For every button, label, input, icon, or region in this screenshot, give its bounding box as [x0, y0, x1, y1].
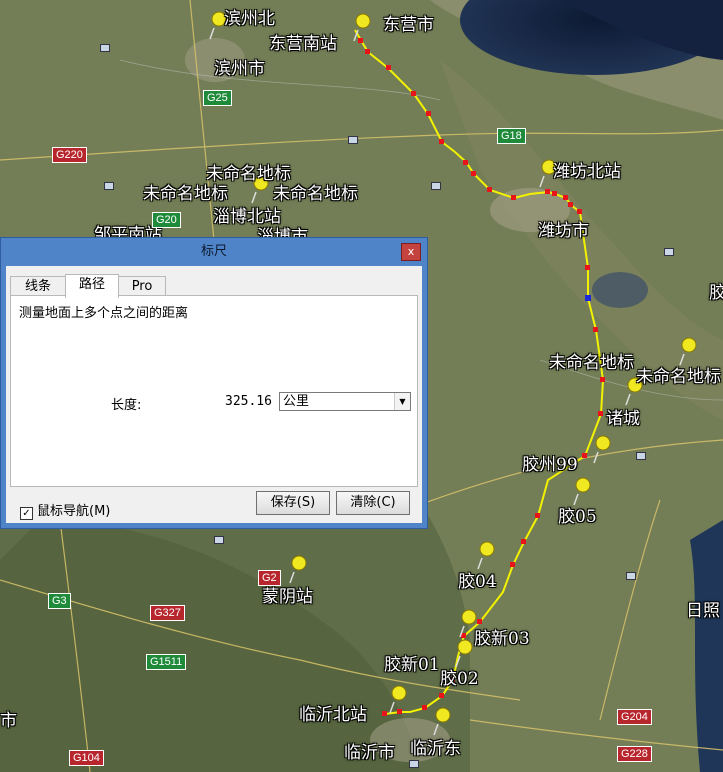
- place-label[interactable]: 胶02: [440, 664, 479, 689]
- pushpin-icon[interactable]: [430, 706, 454, 736]
- highway-shield: G104: [69, 750, 104, 766]
- unit-selected: 公里: [283, 394, 310, 409]
- place-label[interactable]: 胶: [709, 278, 723, 303]
- dialog-title[interactable]: 标尺: [1, 238, 427, 266]
- highway-shield: G25: [203, 90, 232, 106]
- place-label[interactable]: 胶04: [458, 567, 497, 592]
- highway-shield: G20: [152, 212, 181, 228]
- ruler-dialog[interactable]: 标尺 x 线条 路径 Pro 测量地面上多个点之间的距离 长度: 325.16 …: [0, 237, 428, 529]
- place-label[interactable]: 未命名地标: [273, 179, 358, 204]
- length-value: 325.16: [225, 394, 272, 409]
- place-label[interactable]: 未命名地标: [143, 179, 228, 204]
- place-label[interactable]: 临沂北站: [299, 700, 367, 725]
- highway-shield: G327: [150, 605, 185, 621]
- place-label[interactable]: 滨州市: [214, 54, 265, 79]
- poi-icon[interactable]: [431, 182, 441, 190]
- place-label[interactable]: 诸城: [606, 404, 640, 429]
- poi-icon[interactable]: [636, 452, 646, 460]
- mouse-nav-label: 鼠标导航(M): [37, 504, 111, 519]
- checkmark-icon[interactable]: ✓: [20, 507, 33, 520]
- highway-shield: G204: [617, 709, 652, 725]
- place-label[interactable]: 潍坊市: [538, 216, 589, 241]
- poi-icon[interactable]: [214, 536, 224, 544]
- place-label[interactable]: 未命名地标: [549, 348, 634, 373]
- panel-description: 测量地面上多个点之间的距离: [19, 306, 189, 321]
- place-label[interactable]: 胶州99: [522, 450, 578, 475]
- poi-icon[interactable]: [348, 136, 358, 144]
- place-label[interactable]: 日照: [686, 596, 720, 621]
- poi-icon[interactable]: [100, 44, 110, 52]
- poi-icon[interactable]: [664, 248, 674, 256]
- tab-path[interactable]: 路径: [65, 274, 119, 298]
- highway-shield: G3: [48, 593, 71, 609]
- save-button[interactable]: 保存(S): [256, 491, 330, 515]
- poi-icon[interactable]: [104, 182, 114, 190]
- place-label[interactable]: 潍坊北站: [553, 157, 621, 182]
- place-label[interactable]: 东营市: [383, 10, 434, 35]
- highway-shield: G2: [258, 570, 281, 586]
- place-label[interactable]: 胶05: [558, 502, 597, 527]
- close-button[interactable]: x: [401, 243, 421, 261]
- poi-icon[interactable]: [409, 760, 419, 768]
- pushpin-icon[interactable]: [286, 554, 310, 584]
- unit-dropdown[interactable]: 公里 ▼: [279, 392, 411, 411]
- dropdown-arrow-icon[interactable]: ▼: [394, 393, 410, 410]
- tab-line[interactable]: 线条: [10, 276, 66, 297]
- pushpin-icon[interactable]: [386, 684, 410, 714]
- place-label[interactable]: 胶新03: [474, 624, 530, 649]
- highway-shield: G228: [617, 746, 652, 762]
- length-label: 长度:: [111, 398, 142, 413]
- place-label[interactable]: 东营南站: [269, 29, 337, 54]
- mouse-nav-checkbox[interactable]: ✓ 鼠标导航(M): [20, 500, 110, 520]
- place-label[interactable]: 未命名地标: [636, 362, 721, 387]
- place-label[interactable]: 胶新01: [384, 650, 440, 675]
- highway-shield: G18: [497, 128, 526, 144]
- pushpin-icon[interactable]: [474, 540, 498, 570]
- poi-icon[interactable]: [626, 572, 636, 580]
- highway-shield: G1511: [146, 654, 187, 670]
- highway-shield: G220: [52, 147, 87, 163]
- pushpin-icon[interactable]: [590, 434, 614, 464]
- place-label[interactable]: 临沂市: [344, 738, 395, 763]
- dialog-body: 线条 路径 Pro 测量地面上多个点之间的距离 长度: 325.16 公里 ▼ …: [6, 266, 422, 523]
- path-panel: 测量地面上多个点之间的距离 长度: 325.16 公里 ▼: [10, 295, 418, 487]
- clear-button[interactable]: 清除(C): [336, 491, 410, 515]
- tab-pro[interactable]: Pro: [118, 276, 166, 297]
- pushpin-icon[interactable]: [350, 12, 374, 42]
- place-label[interactable]: 滨州北: [224, 4, 275, 29]
- place-label[interactable]: 市: [0, 706, 17, 731]
- place-label[interactable]: 临沂东: [410, 734, 461, 759]
